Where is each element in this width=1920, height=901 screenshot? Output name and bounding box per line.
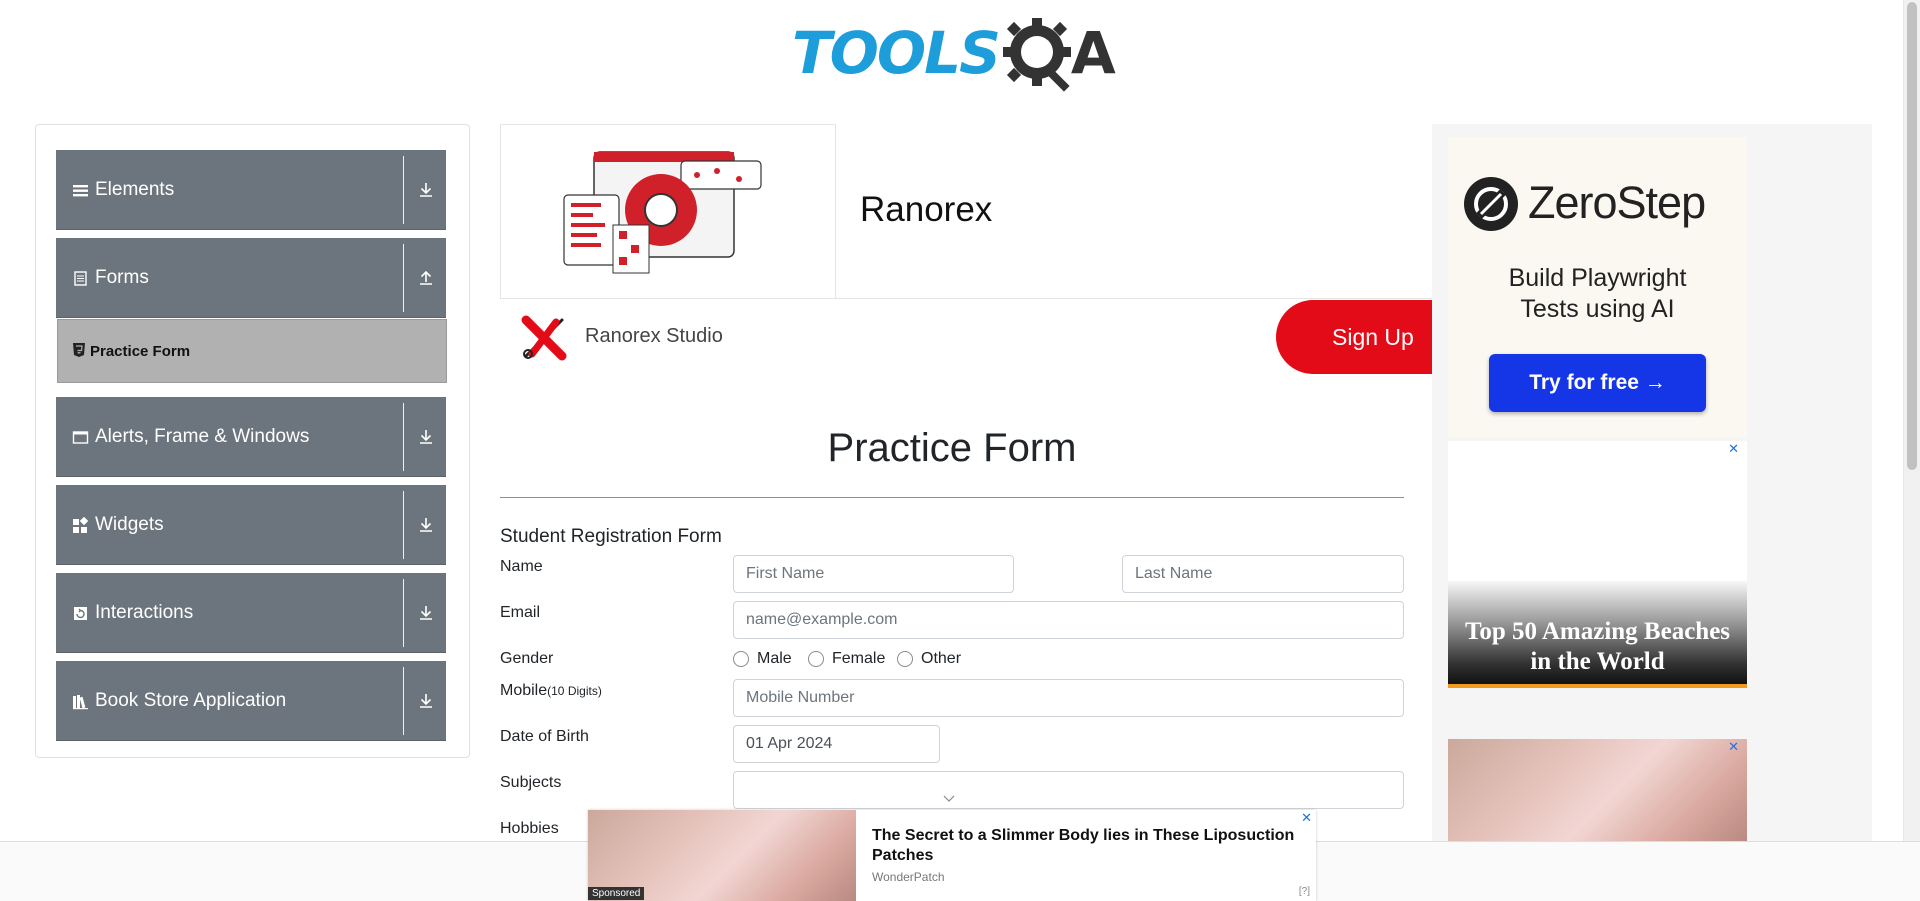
site-header: TOOLS A	[0, 0, 1904, 100]
download-arrow-icon	[416, 180, 436, 200]
email-input[interactable]: name@example.com	[733, 601, 1404, 639]
radio-circle[interactable]	[733, 651, 749, 667]
form-subtitle: Student Registration Form	[500, 526, 722, 547]
html5-icon	[72, 342, 86, 358]
divider	[403, 579, 404, 647]
left-sidebar: Elements Forms Practice Form Alerts, Fra…	[35, 124, 470, 758]
divider	[403, 491, 404, 559]
ad-image[interactable]: ✕	[1448, 739, 1747, 841]
beach-headline: Top 50 Amazing Beaches in the World	[1448, 617, 1747, 677]
sidebar-group-label: Forms	[95, 267, 149, 288]
zerostep-brand: ZeroStep	[1528, 177, 1706, 228]
widgets-icon	[72, 516, 89, 534]
sidebar-group-elements[interactable]: Elements	[56, 150, 446, 230]
sidebar-group-alerts[interactable]: Alerts, Frame & Windows	[56, 397, 446, 477]
window-icon	[72, 429, 89, 446]
radio-circle[interactable]	[808, 651, 824, 667]
mobile-input[interactable]: Mobile Number	[733, 679, 1404, 717]
mobile-label: Mobile(10 Digits)	[500, 682, 602, 700]
ranorex-logo-icon	[520, 314, 568, 362]
date-of-birth-input[interactable]: 01 Apr 2024	[733, 725, 940, 763]
sidebar-group-label: Alerts, Frame & Windows	[95, 426, 310, 447]
divider	[500, 497, 1404, 498]
document-icon	[72, 270, 89, 287]
interactions-icon	[72, 605, 89, 622]
logo-text: TOOLS	[792, 19, 1001, 87]
dob-label: Date of Birth	[500, 728, 589, 745]
zerostep-tagline-line: Build Playwright	[1508, 264, 1687, 292]
close-ad-icon[interactable]: ✕	[1728, 441, 1739, 457]
email-label: Email	[500, 604, 541, 621]
download-arrow-icon	[416, 691, 436, 711]
radio-label: Female	[832, 650, 886, 667]
sidebar-group-label: Book Store Application	[95, 690, 287, 711]
try-for-free-button[interactable]: Try for free →	[1489, 354, 1706, 412]
download-arrow-icon	[416, 427, 436, 447]
page-scrollbar[interactable]	[1903, 0, 1920, 841]
zerostep-tagline-line: Tests using AI	[1520, 295, 1675, 323]
ranorex-subtitle: Ranorex Studio	[585, 325, 723, 347]
zerostep-tagline: Build Playwright Tests using AI	[1448, 263, 1747, 325]
ranorex-illustration	[500, 124, 836, 299]
scrollbar-thumb[interactable]	[1907, 2, 1917, 470]
mobile-hint: (10 Digits)	[547, 684, 602, 698]
sidebar-group-interactions[interactable]: Interactions	[56, 573, 446, 653]
divider	[403, 403, 404, 471]
page-title: Practice Form	[827, 426, 1077, 470]
gear-magnifier-icon	[997, 12, 1079, 94]
sidebar-item-practice-form[interactable]: Practice Form	[57, 319, 447, 383]
ranorex-title: Ranorex	[860, 190, 993, 229]
divider	[403, 244, 404, 312]
name-label: Name	[500, 558, 543, 575]
sponsored-badge: Sponsored	[588, 887, 645, 900]
divider	[836, 298, 1436, 299]
download-arrow-icon	[416, 603, 436, 623]
divider	[1448, 684, 1747, 688]
chevron-down-icon	[942, 791, 956, 809]
sidebar-group-bookstore[interactable]: Book Store Application	[56, 661, 446, 741]
divider	[403, 156, 404, 224]
first-name-input[interactable]: First Name	[733, 555, 1014, 593]
bottom-sticky-ad[interactable]: Sponsored The Secret to a Slimmer Body l…	[588, 810, 1316, 901]
radio-circle[interactable]	[897, 651, 913, 667]
sidebar-group-widgets[interactable]: Widgets	[56, 485, 446, 565]
close-ad-icon[interactable]: ✕	[1301, 810, 1312, 826]
zerostep-ad[interactable]: ZeroStep Build Playwright Tests using AI…	[1448, 137, 1747, 438]
menu-icon	[72, 182, 89, 199]
download-arrow-icon	[416, 515, 436, 535]
gender-radio-other[interactable]: Other	[897, 650, 961, 668]
upload-arrow-icon	[416, 268, 436, 288]
gender-radio-female[interactable]: Female	[808, 650, 885, 668]
subjects-label: Subjects	[500, 774, 562, 791]
sidebar-group-forms[interactable]: Forms	[56, 238, 446, 318]
mobile-label-text: Mobile	[500, 682, 548, 699]
gender-radio-male[interactable]: Male	[733, 650, 792, 668]
sidebar-group-label: Interactions	[95, 602, 194, 623]
close-ad-icon[interactable]: ✕	[1728, 739, 1739, 755]
ad-choices-icon[interactable]: [?]	[1299, 886, 1310, 897]
beaches-ad[interactable]: ✕ Top 50 Amazing Beaches in the World	[1448, 441, 1747, 688]
radio-label: Male	[757, 650, 792, 667]
sidebar-group-label: Elements	[95, 179, 175, 200]
beach-headline-line: in the World	[1530, 648, 1665, 675]
ad-headline: The Secret to a Slimmer Body lies in The…	[872, 827, 1295, 864]
sidebar-item-label: Practice Form	[90, 343, 191, 360]
gender-label: Gender	[500, 650, 554, 667]
divider	[403, 667, 404, 735]
ad-brand: WonderPatch	[872, 870, 945, 884]
toolsqa-logo[interactable]: TOOLS A	[792, 16, 1116, 92]
zerostep-logo-icon	[1464, 177, 1518, 231]
beach-headline-line: Top 50 Amazing Beaches	[1464, 618, 1731, 645]
books-icon	[72, 693, 89, 710]
subjects-input[interactable]	[733, 771, 1404, 809]
last-name-input[interactable]: Last Name	[1122, 555, 1404, 593]
sign-up-button[interactable]: Sign Up	[1276, 300, 1446, 374]
sidebar-group-label: Widgets	[95, 514, 164, 535]
ranorex-ad[interactable]: Ranorex Ranorex Studio Sign Up	[500, 124, 1446, 374]
radio-label: Other	[921, 650, 962, 667]
hobbies-label: Hobbies	[500, 820, 559, 837]
